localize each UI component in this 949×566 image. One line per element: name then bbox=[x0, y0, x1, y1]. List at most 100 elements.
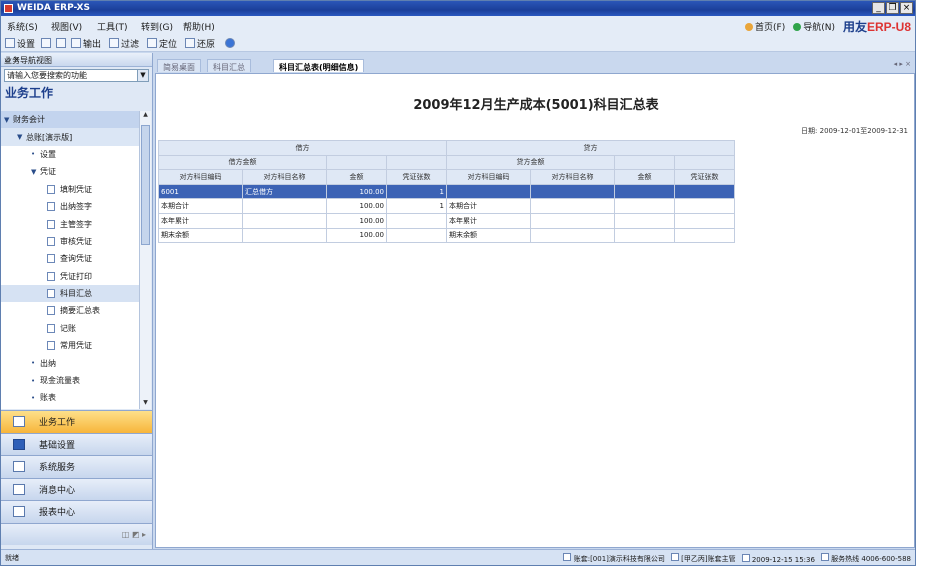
table-cell[interactable] bbox=[530, 198, 615, 214]
table-cell[interactable]: 期末余额 bbox=[158, 227, 243, 244]
table-cell[interactable] bbox=[242, 227, 327, 244]
expand-icon[interactable]: • bbox=[31, 394, 40, 402]
toolbar-settings-button[interactable]: 设置 bbox=[5, 37, 35, 50]
restore-icon[interactable]: ❐ bbox=[886, 2, 899, 14]
nav-system-service[interactable]: 系统服务 bbox=[1, 455, 152, 478]
tree-item[interactable]: 主管签字 bbox=[1, 215, 139, 232]
home-link[interactable]: 首页(F) bbox=[745, 20, 785, 33]
table-cell[interactable] bbox=[674, 227, 735, 244]
column-header[interactable]: 金额 bbox=[326, 169, 387, 185]
table-cell[interactable]: 100.00 bbox=[326, 183, 387, 200]
column-header[interactable]: 对方科目编码 bbox=[158, 169, 243, 185]
expand-icon[interactable]: • bbox=[31, 150, 40, 158]
tree-item[interactable]: • 账表 bbox=[1, 389, 139, 406]
navigate-link[interactable]: 导航(N) bbox=[793, 20, 835, 33]
tree-item[interactable]: 填制凭证 bbox=[1, 181, 139, 198]
tree-item[interactable]: • 设置 bbox=[1, 146, 139, 163]
column-header[interactable]: 凭证张数 bbox=[674, 169, 735, 185]
table-row[interactable]: 本年累计 100.00 本年累计 bbox=[158, 212, 735, 229]
table-cell[interactable] bbox=[446, 183, 531, 200]
toolbar-print-button[interactable] bbox=[41, 37, 51, 49]
table-row[interactable]: 本期合计 100.00 1 本期合计 bbox=[158, 198, 735, 214]
table-cell[interactable] bbox=[614, 183, 675, 200]
nav-report-center[interactable]: 报表中心 bbox=[1, 500, 152, 523]
toolbar-help-button[interactable] bbox=[225, 37, 235, 49]
column-header[interactable]: 对方科目名称 bbox=[530, 169, 615, 185]
menu-tools[interactable]: 工具(T) bbox=[97, 20, 128, 33]
menu-system[interactable]: 系统(S) bbox=[7, 20, 38, 33]
table-row[interactable]: 6001 汇总借方 100.00 1 bbox=[158, 183, 735, 200]
tab-subject-summary-detail[interactable]: 科目汇总表(明细信息) bbox=[273, 59, 365, 72]
close-icon[interactable]: × bbox=[900, 2, 913, 14]
table-cell[interactable]: 1 bbox=[386, 183, 447, 200]
table-cell[interactable]: 汇总借方 bbox=[242, 183, 327, 200]
scroll-down-icon[interactable]: ▼ bbox=[141, 399, 150, 409]
tree-scrollbar[interactable]: ▲ ▼ bbox=[139, 111, 151, 409]
table-cell[interactable]: 本年累计 bbox=[158, 212, 243, 229]
scroll-thumb[interactable] bbox=[141, 125, 150, 245]
table-cell[interactable] bbox=[614, 198, 675, 214]
expand-icon[interactable]: • bbox=[31, 377, 40, 385]
tree-item[interactable]: 凭证打印 bbox=[1, 268, 139, 285]
table-cell[interactable]: 本年累计 bbox=[446, 212, 531, 229]
table-cell[interactable] bbox=[614, 227, 675, 244]
table-cell[interactable]: 6001 bbox=[158, 183, 243, 200]
table-cell[interactable]: 本期合计 bbox=[158, 198, 243, 214]
table-cell[interactable] bbox=[386, 212, 447, 229]
tab-simple-desktop[interactable]: 简易桌面 bbox=[157, 59, 201, 72]
tree-item[interactable]: • 出纳 bbox=[1, 354, 139, 371]
expand-icon[interactable]: ▼ bbox=[31, 168, 40, 176]
table-cell[interactable] bbox=[674, 212, 735, 229]
nav-message-center[interactable]: 消息中心 bbox=[1, 477, 152, 500]
table-cell[interactable] bbox=[530, 212, 615, 229]
menu-help[interactable]: 帮助(H) bbox=[183, 20, 215, 33]
tree-item[interactable]: 摘要汇总表 bbox=[1, 302, 139, 319]
nav-business-work[interactable]: 业务工作 bbox=[1, 410, 152, 433]
tree-item[interactable]: 审核凭证 bbox=[1, 233, 139, 250]
tab-scroll-icon[interactable]: ◂ ▸ × bbox=[894, 60, 911, 68]
tree-item[interactable]: • 现金流量表 bbox=[1, 372, 139, 389]
nav-basic-settings[interactable]: 基础设置 bbox=[1, 432, 152, 455]
table-cell[interactable] bbox=[242, 212, 327, 229]
column-header[interactable]: 对方科目名称 bbox=[242, 169, 327, 185]
tree-item[interactable]: ▼ 财务会计 bbox=[1, 111, 139, 129]
table-cell[interactable] bbox=[674, 183, 735, 200]
table-cell[interactable] bbox=[674, 198, 735, 214]
table-row[interactable]: 期末余额 100.00 期末余额 bbox=[158, 227, 735, 244]
table-cell[interactable] bbox=[242, 198, 327, 214]
table-cell[interactable]: 100.00 bbox=[326, 212, 387, 229]
table-cell[interactable]: 期末余额 bbox=[446, 227, 531, 244]
column-header[interactable]: 对方科目编码 bbox=[446, 169, 531, 185]
chevron-down-icon[interactable]: ▼ bbox=[137, 70, 148, 81]
table-cell[interactable]: 100.00 bbox=[326, 227, 387, 244]
menu-goto[interactable]: 转到(G) bbox=[141, 20, 173, 33]
toolbar-preview-button[interactable] bbox=[56, 37, 66, 49]
tab-subject-summary[interactable]: 科目汇总 bbox=[207, 59, 251, 72]
tree-item[interactable]: ▼ 凭证 bbox=[1, 163, 139, 180]
minimize-icon[interactable]: _ bbox=[872, 2, 885, 14]
table-cell[interactable]: 本期合计 bbox=[446, 198, 531, 214]
title-bar[interactable]: WEIDA ERP-XS _ ❐ × bbox=[1, 1, 915, 16]
tree-item[interactable]: 记账 bbox=[1, 320, 139, 337]
toolbar-restore-button[interactable]: 还原 bbox=[185, 37, 215, 50]
toolbar-locate-button[interactable]: 定位 bbox=[147, 37, 177, 50]
tree-item[interactable]: 科目汇总 bbox=[1, 284, 139, 303]
tree-item[interactable]: 查询凭证 bbox=[1, 250, 139, 267]
column-header[interactable]: 凭证张数 bbox=[386, 169, 447, 185]
nav-config-icon[interactable]: ◫ ◩ ▸ bbox=[122, 530, 146, 539]
table-cell[interactable]: 100.00 bbox=[326, 198, 387, 214]
tree-item[interactable]: ▼ 总账[演示版] bbox=[1, 128, 139, 146]
expand-icon[interactable]: ▼ bbox=[4, 116, 13, 124]
table-cell[interactable] bbox=[530, 227, 615, 244]
function-search-input[interactable]: 请输入您要搜索的功能 ▼ bbox=[4, 69, 149, 82]
toolbar-output-button[interactable]: 输出 bbox=[71, 37, 101, 50]
scroll-up-icon[interactable]: ▲ bbox=[141, 111, 150, 121]
expand-icon[interactable]: ▼ bbox=[17, 133, 26, 141]
pin-close-icon[interactable]: ⊿ × bbox=[4, 55, 148, 64]
tree-item[interactable]: 常用凭证 bbox=[1, 337, 139, 354]
column-header[interactable]: 金额 bbox=[614, 169, 675, 185]
toolbar-filter-button[interactable]: 过滤 bbox=[109, 37, 139, 50]
table-cell[interactable] bbox=[386, 227, 447, 244]
table-cell[interactable] bbox=[614, 212, 675, 229]
menu-view[interactable]: 视图(V) bbox=[51, 20, 82, 33]
